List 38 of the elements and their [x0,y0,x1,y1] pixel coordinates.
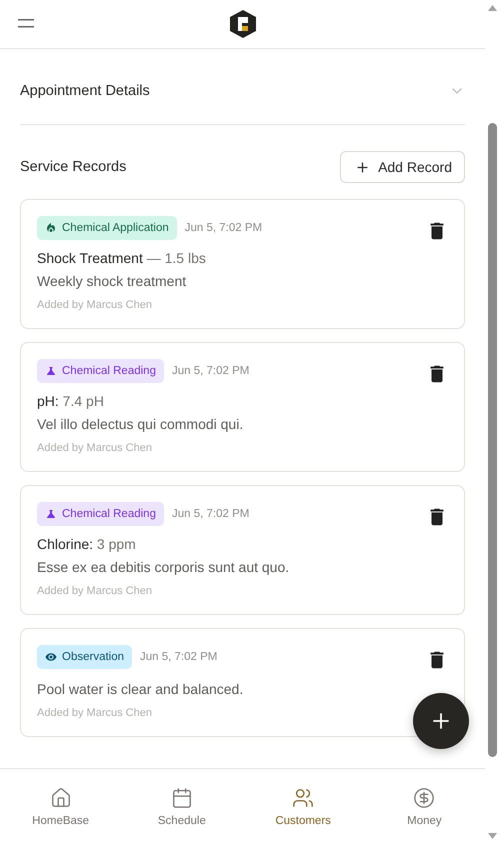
house-icon [50,787,72,809]
record-title: Chlorine: 3 ppm [37,536,137,552]
record-time: Jun 5, 7:02 PM [184,222,262,234]
record-type-tag: Chemical Reading [37,502,164,526]
section-title: Service Records [20,159,126,175]
record-type-tag: Chemical Application [37,216,177,240]
record-time: Jun 5, 7:02 PM [140,651,218,663]
calendar-icon [170,787,193,809]
record-type-tag: Observation [37,645,132,669]
record-description: Vel illo delectus qui commodi qui. [37,416,244,432]
accordion-header[interactable]: Appointment Details [20,57,465,125]
record-title: Shock Treatment — 1.5 lbs [37,250,207,266]
record-author: Added by Marcus Chen [37,442,153,454]
flask-icon [45,508,57,520]
record-description: Esse ex ea debitis corporis sunt aut quo. [37,559,290,575]
record-author: Added by Marcus Chen [37,585,153,597]
plus-icon [355,160,370,174]
add-fab[interactable] [413,693,469,749]
eye-icon [45,651,57,663]
nav-tab[interactable]: HomeBase [0,769,122,845]
nav-tab[interactable]: Schedule [121,769,242,845]
add-record-button[interactable]: Add Record [340,151,465,183]
record-time: Jun 5, 7:02 PM [172,365,250,377]
record-author: Added by Marcus Chen [37,707,153,719]
record-title: pH: 7.4 pH [37,393,105,409]
record-type-tag: Chemical Reading [37,359,164,383]
dollar-icon [413,787,436,809]
nav-tab[interactable]: Customers [242,769,364,845]
flame-icon [45,222,57,234]
record-description: Pool water is clear and balanced. [37,681,244,697]
people-icon [292,787,314,809]
record-author: Added by Marcus Chen [37,299,153,311]
logo-icon [228,9,256,39]
nav-tab[interactable]: Money [364,769,485,845]
record-description: Weekly shock treatment [37,273,188,289]
record-time: Jun 5, 7:02 PM [172,508,250,520]
flask-icon [45,365,57,377]
menu-icon[interactable] [18,17,34,29]
